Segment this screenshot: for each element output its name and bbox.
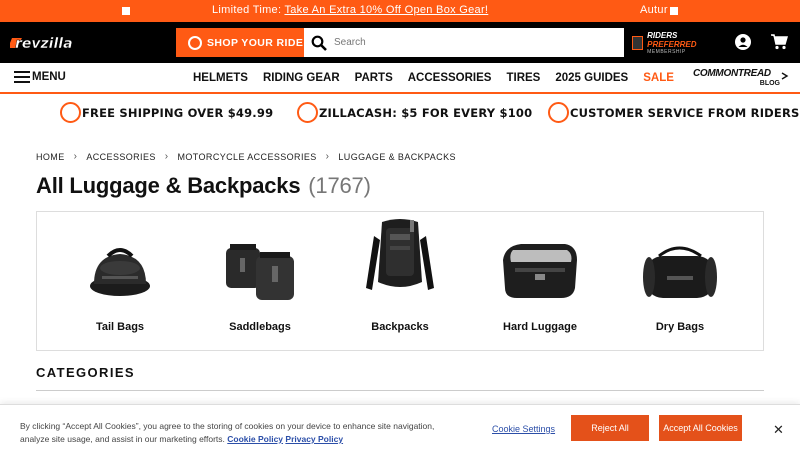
search-icon[interactable] <box>304 28 334 57</box>
nav-accessories[interactable]: ACCESSORIES <box>408 72 492 84</box>
search-input[interactable] <box>334 37 614 48</box>
riders-preferred-link[interactable]: RIDERS PREFERRED MEMBERSHIP <box>632 28 722 57</box>
nav-sale[interactable]: SALE <box>643 72 674 84</box>
nav-links: HELMETS RIDING GEAR PARTS ACCESSORIES TI… <box>193 72 689 84</box>
prev-arrow-icon[interactable] <box>122 7 130 15</box>
nav-tires[interactable]: TIRES <box>506 72 540 84</box>
nav-riding-gear[interactable]: RIDING GEAR <box>263 72 340 84</box>
cookie-settings-button[interactable]: Cookie Settings <box>492 424 555 434</box>
commontread-blog-link[interactable]: COMMONTREAD BLOG <box>693 68 789 90</box>
breadcrumb-accessories[interactable]: ACCESSORIES <box>86 152 155 162</box>
category-label: Backpacks <box>371 321 429 333</box>
commontread-logo-text: COMMONTREAD <box>693 68 771 79</box>
search-bar <box>304 28 624 57</box>
category-saddlebags[interactable]: Saddlebags <box>190 212 330 352</box>
perk-label: CUSTOMER SERVICE FROM RIDERS <box>570 105 800 120</box>
shipping-icon <box>60 102 81 123</box>
nav-2025-guides[interactable]: 2025 GUIDES <box>555 72 628 84</box>
arrow-icon <box>781 72 789 80</box>
saddlebags-image <box>226 244 294 300</box>
perk-customer-service[interactable]: CUSTOMER SERVICE FROM RIDERS <box>548 102 800 123</box>
promo-lead: Limited Time: <box>212 4 285 16</box>
category-label: Saddlebags <box>229 321 291 333</box>
customer-service-icon <box>548 102 569 123</box>
account-icon[interactable] <box>735 34 751 50</box>
promo-bar: Limited Time: Take An Extra 10% Off Open… <box>0 0 800 22</box>
category-label: Hard Luggage <box>503 321 577 333</box>
cookie-policy-link[interactable]: Cookie Policy <box>227 434 283 444</box>
nav-parts[interactable]: PARTS <box>355 72 393 84</box>
next-arrow-icon[interactable] <box>670 7 678 15</box>
divider <box>36 390 764 391</box>
shop-your-ride-button[interactable]: SHOP YOUR RIDE <box>176 28 304 57</box>
category-tiles: Tail Bags Saddlebags Backpacks Hard Lugg… <box>36 211 764 351</box>
zillacash-icon <box>297 102 318 123</box>
promo-next-message: Autur <box>640 4 668 16</box>
promo-link[interactable]: Take An Extra 10% Off Open Box Gear! <box>284 4 488 16</box>
breadcrumb-motorcycle-accessories[interactable]: MOTORCYCLE ACCESSORIES <box>178 152 317 162</box>
category-label: Tail Bags <box>95 321 145 333</box>
cookie-text: By clicking “Accept All Cookies”, you ag… <box>20 420 440 446</box>
riders-preferred-title: RIDERS PREFERRED <box>647 31 722 49</box>
privacy-policy-link[interactable]: Privacy Policy <box>285 434 343 444</box>
page-title-text: All Luggage & Backpacks <box>36 173 301 198</box>
category-backpacks[interactable]: Backpacks <box>330 212 470 352</box>
hard-luggage-image <box>503 244 577 298</box>
close-icon[interactable]: ✕ <box>773 422 784 438</box>
rp-word-1: RIDERS <box>647 30 678 40</box>
perk-zillacash[interactable]: ZILLACASH: $5 FOR EVERY $100 <box>297 102 532 123</box>
riders-preferred-badge-icon <box>632 35 644 50</box>
result-count: (1767) <box>308 173 371 198</box>
logo-text: revzilla <box>15 36 73 52</box>
cta-label: SHOP YOUR RIDE <box>207 36 304 49</box>
category-label: Dry Bags <box>655 321 705 333</box>
main-nav: MENU HELMETS RIDING GEAR PARTS ACCESSORI… <box>0 63 800 94</box>
chevron-right-icon: › <box>164 151 169 162</box>
breadcrumb-home[interactable]: HOME <box>36 152 65 162</box>
breadcrumb-luggage[interactable]: LUGGAGE & BACKPACKS <box>338 152 455 162</box>
nav-helmets[interactable]: HELMETS <box>193 72 248 84</box>
garage-icon <box>188 35 202 50</box>
perk-label: FREE SHIPPING OVER $49.99 <box>82 105 274 120</box>
rp-word-2: PREFERRED <box>647 39 697 49</box>
menu-button[interactable]: MENU <box>14 71 66 83</box>
dry-bag-image <box>643 246 717 298</box>
hamburger-icon <box>14 71 30 83</box>
accept-all-cookies-button[interactable]: Accept All Cookies <box>659 415 742 441</box>
promo-message: Limited Time: Take An Extra 10% Off Open… <box>212 4 488 16</box>
page-title: All Luggage & Backpacks (1767) <box>36 173 371 199</box>
cart-icon[interactable] <box>771 34 788 50</box>
menu-label: MENU <box>32 71 66 83</box>
chevron-right-icon: › <box>325 151 330 162</box>
perk-label: ZILLACASH: $5 FOR EVERY $100 <box>319 105 533 120</box>
chevron-right-icon: › <box>73 151 78 162</box>
cookie-banner: By clicking “Accept All Cookies”, you ag… <box>0 404 800 450</box>
site-header: revzilla SHOP YOUR RIDE RIDERS PREFERRED… <box>0 22 800 63</box>
blog-label: BLOG <box>759 80 780 87</box>
rp-subtitle: MEMBERSHIP <box>647 48 686 55</box>
backpack-image <box>366 219 434 290</box>
category-tail-bags[interactable]: Tail Bags <box>50 212 190 352</box>
breadcrumb: HOME › ACCESSORIES › MOTORCYCLE ACCESSOR… <box>36 151 456 162</box>
category-dry-bags[interactable]: Dry Bags <box>610 212 750 352</box>
categories-heading: CATEGORIES <box>36 365 135 380</box>
tail-bag-image <box>90 248 150 296</box>
category-hard-luggage[interactable]: Hard Luggage <box>470 212 610 352</box>
perk-free-shipping[interactable]: FREE SHIPPING OVER $49.99 <box>60 102 273 123</box>
perks-bar: FREE SHIPPING OVER $49.99 ZILLACASH: $5 … <box>0 96 800 130</box>
reject-all-button[interactable]: Reject All <box>571 415 649 441</box>
revzilla-logo[interactable]: revzilla <box>10 34 100 52</box>
